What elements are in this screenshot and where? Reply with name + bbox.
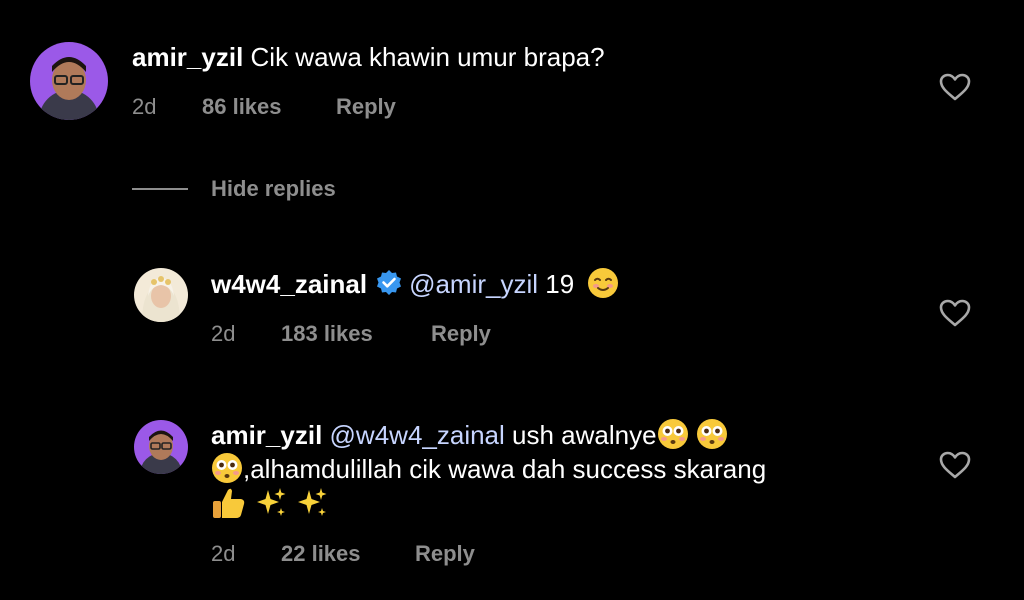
avatar[interactable] — [30, 42, 108, 120]
reply-time: 2d — [211, 541, 236, 566]
reply-username[interactable]: amir_yzil — [211, 420, 322, 450]
hide-replies-label: Hide replies — [211, 176, 336, 201]
heart-icon[interactable] — [938, 72, 972, 102]
comment-text: Cik wawa khawin umur brapa? — [250, 42, 605, 72]
comment-time: 2d — [132, 94, 157, 119]
reply-text: 19 — [545, 269, 575, 299]
smiling-face-icon — [588, 268, 619, 298]
heart-icon[interactable] — [938, 450, 972, 480]
mention-link[interactable]: @amir_yzil — [409, 269, 538, 299]
reply-likes[interactable]: 183 likes — [281, 321, 431, 347]
reply: amir_yzil @w4w4_zainal ush awalnye ,alha… — [211, 418, 911, 522]
hide-replies-button[interactable]: Hide replies — [132, 176, 336, 202]
mention-link[interactable]: @w4w4_zainal — [330, 420, 505, 450]
reply-likes[interactable]: 22 likes — [281, 541, 415, 567]
flushed-face-icon — [696, 419, 727, 449]
comment-likes[interactable]: 86 likes — [202, 94, 336, 120]
reply: w4w4_zainal @amir_yzil 19 — [211, 267, 619, 301]
reply-button[interactable]: Reply — [415, 541, 475, 567]
reply-button[interactable]: Reply — [431, 321, 491, 347]
heart-icon[interactable] — [938, 298, 972, 328]
reply-text: ,alhamdulillah cik wawa dah success skar… — [243, 454, 767, 484]
reply-text: ush awalnye — [512, 420, 657, 450]
sparkles-icon — [257, 488, 286, 516]
reply-meta: 2d 22 likes Reply — [211, 541, 475, 567]
avatar[interactable] — [134, 420, 188, 474]
thumbs-up-icon — [213, 488, 245, 518]
reply-time: 2d — [211, 321, 236, 346]
flushed-face-icon — [212, 453, 242, 483]
sparkles-icon — [298, 488, 327, 516]
avatar[interactable] — [134, 268, 188, 322]
divider — [132, 188, 188, 190]
comment-username[interactable]: amir_yzil — [132, 42, 243, 72]
flushed-face-icon — [657, 419, 688, 449]
comment: amir_yzil Cik wawa khawin umur brapa? — [132, 40, 605, 74]
comment-meta: 2d 86 likes Reply — [132, 94, 396, 120]
reply-button[interactable]: Reply — [336, 94, 396, 120]
reply-username[interactable]: w4w4_zainal — [211, 269, 367, 299]
reply-meta: 2d 183 likes Reply — [211, 321, 491, 347]
verified-badge-icon — [377, 270, 402, 295]
